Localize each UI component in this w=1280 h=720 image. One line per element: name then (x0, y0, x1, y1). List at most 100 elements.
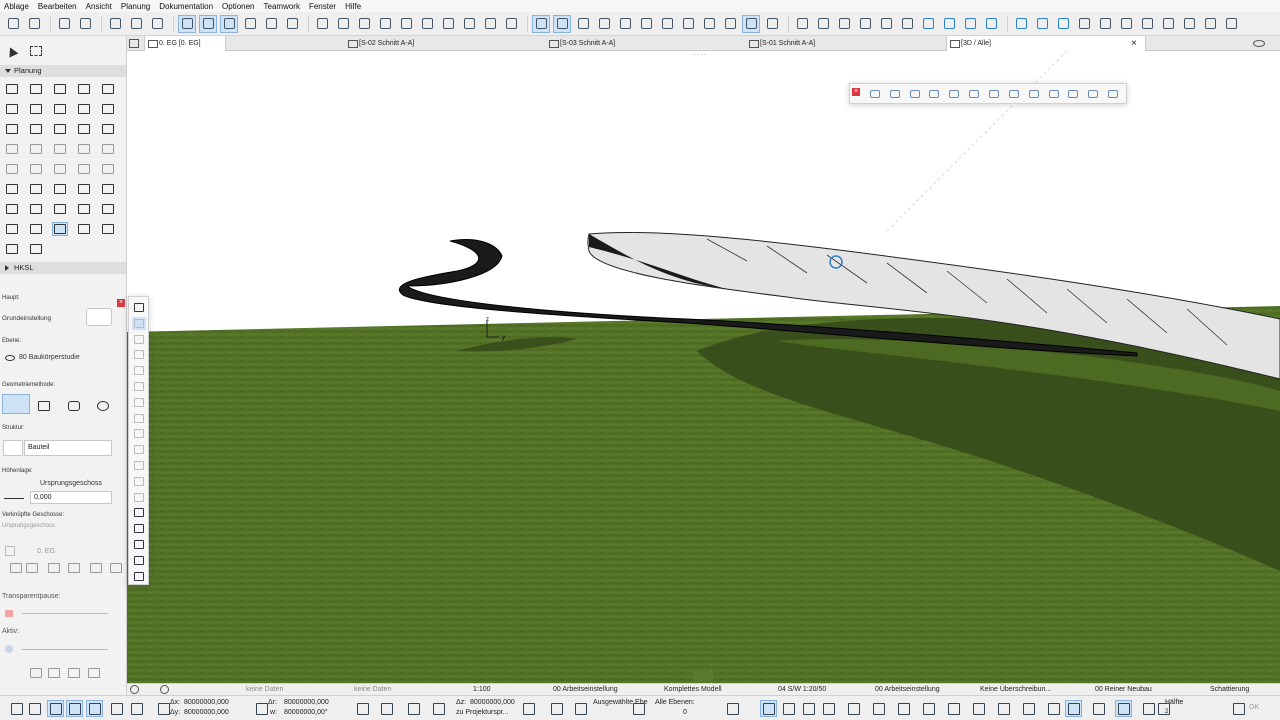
marquee-tool-icon[interactable] (28, 44, 44, 58)
tab-eg[interactable]: 0. EG [0. EG] (144, 36, 226, 51)
menu-item-5[interactable]: Optionen (222, 2, 254, 11)
palette-tool-11-icon[interactable] (1086, 88, 1100, 100)
rectangle-method-icon[interactable] (36, 399, 52, 413)
bottom-tool-16-icon[interactable] (630, 700, 647, 717)
close-vertical-palette-icon[interactable]: × (117, 299, 125, 307)
planung-tool-8-0-icon[interactable] (4, 242, 20, 256)
edit-tool-8-icon[interactable] (132, 427, 146, 440)
toolbar-tool-20-icon[interactable] (460, 15, 478, 33)
bottom-tool-20-icon[interactable] (800, 700, 817, 717)
menu-item-7[interactable]: Fenster (309, 2, 336, 11)
geschoss-action-6-icon[interactable] (28, 666, 44, 680)
aktiv-slider[interactable] (22, 649, 108, 650)
toolbar-tool-40-icon[interactable] (898, 15, 916, 33)
edit-tool-10-icon[interactable] (132, 459, 146, 472)
toolbar-tool-18-icon[interactable] (418, 15, 436, 33)
palette-tool-2-icon[interactable] (908, 88, 922, 100)
edit-tool-5-icon[interactable] (132, 380, 146, 393)
planung-tool-1-1-icon[interactable] (28, 102, 44, 116)
menu-item-8[interactable]: Hilfe (345, 2, 361, 11)
toolbar-tool-48-icon[interactable] (1075, 15, 1093, 33)
planung-tool-5-3-icon[interactable] (76, 182, 92, 196)
dy-value[interactable]: 80000000,000 (184, 709, 229, 716)
toolbar-tool-12-icon[interactable] (283, 15, 301, 33)
planung-tool-1-2-icon[interactable] (52, 102, 68, 116)
geschoss-action-0-icon[interactable] (8, 561, 24, 575)
toolbar-tool-11-icon[interactable] (262, 15, 280, 33)
bottom-tool-4-icon[interactable] (86, 700, 103, 717)
toolbar-tool-14-icon[interactable] (334, 15, 352, 33)
bottom-tool-35-icon[interactable] (1155, 700, 1172, 717)
toolbar-tool-35-icon[interactable] (793, 15, 811, 33)
toolbar-tool-46-icon[interactable] (1033, 15, 1051, 33)
toolbar-tool-10-icon[interactable] (241, 15, 259, 33)
toolbar-tool-23-icon[interactable] (532, 14, 550, 33)
section-hksl[interactable]: HKSL (0, 262, 126, 274)
w-value[interactable]: 80000000,00° (284, 709, 328, 716)
bottom-tool-27-icon[interactable] (970, 700, 987, 717)
palette-tool-5-icon[interactable] (967, 88, 981, 100)
menu-item-2[interactable]: Ansicht (86, 2, 112, 11)
planung-tool-2-4-icon[interactable] (100, 122, 116, 136)
edit-tool-3-icon[interactable] (132, 348, 146, 361)
bottom-tool-14-icon[interactable] (548, 700, 565, 717)
resize-handle[interactable] (693, 671, 713, 681)
bottom-tool-0-icon[interactable] (8, 700, 25, 717)
grid-view-icon[interactable] (129, 39, 139, 48)
toolbar-tool-6-icon[interactable] (148, 15, 166, 33)
toolbar-tool-24-icon[interactable] (553, 14, 571, 33)
planung-tool-6-0-icon[interactable] (4, 202, 20, 216)
bottom-tool-26-icon[interactable] (945, 700, 962, 717)
bottom-tool-32-icon[interactable] (1090, 700, 1107, 717)
menu-item-6[interactable]: Teamwork (264, 2, 300, 11)
palette-tool-1-icon[interactable] (888, 88, 902, 100)
transparent-color-swatch[interactable] (5, 610, 13, 617)
tab-3d[interactable]: [3D / Alle] (946, 36, 1146, 51)
edit-tool-15-icon[interactable] (132, 538, 146, 551)
toolbar-tool-1-icon[interactable] (25, 15, 43, 33)
toolbar-tool-16-icon[interactable] (376, 15, 394, 33)
planung-tool-2-1-icon[interactable] (28, 122, 44, 136)
bottom-tool-13-icon[interactable] (520, 700, 537, 717)
toolbar-tool-9-icon[interactable] (220, 14, 238, 33)
geschoss-action-2-icon[interactable] (46, 561, 62, 575)
tab-schnitt-s03[interactable]: [S-03 Schnitt A-A] (546, 36, 686, 51)
straight-method-button[interactable] (2, 394, 30, 414)
bottom-tool-21-icon[interactable] (820, 700, 837, 717)
toolbar-tool-31-icon[interactable] (700, 15, 718, 33)
toolbar-tool-19-icon[interactable] (439, 15, 457, 33)
toolbar-tool-36-icon[interactable] (814, 15, 832, 33)
toolbar-tool-4-icon[interactable] (106, 15, 124, 33)
bottom-tool-10-icon[interactable] (378, 700, 395, 717)
geschoss-checkbox[interactable] (5, 546, 15, 556)
edit-tool-11-icon[interactable] (132, 475, 146, 488)
bottom-tool-1-icon[interactable] (26, 700, 43, 717)
planung-tool-7-0-icon[interactable] (4, 222, 20, 236)
planung-tool-2-3-icon[interactable] (76, 122, 92, 136)
palette-tool-6-icon[interactable] (987, 88, 1001, 100)
bottom-tool-22-icon[interactable] (845, 700, 862, 717)
hoehenlage-ref[interactable]: Ursprungsgeschoss (40, 480, 102, 487)
3d-viewport[interactable]: z y - - - - (127, 51, 1280, 683)
planung-tool-4-3-icon[interactable] (76, 162, 92, 176)
toolbar-tool-47-icon[interactable] (1054, 15, 1072, 33)
bottom-tool-29-icon[interactable] (1020, 700, 1037, 717)
geschoss-action-1-icon[interactable] (24, 561, 40, 575)
edit-tool-7-icon[interactable] (132, 412, 146, 425)
planung-tool-3-0-icon[interactable] (4, 142, 20, 156)
planung-tool-0-1-icon[interactable] (28, 82, 44, 96)
palette-tool-9-icon[interactable] (1047, 88, 1061, 100)
planung-tool-4-2-icon[interactable] (52, 162, 68, 176)
bottom-tool-3-icon[interactable] (66, 700, 83, 717)
planung-tool-2-0-icon[interactable] (4, 122, 20, 136)
palette-tool-4-icon[interactable] (947, 88, 961, 100)
rotated-method-icon[interactable] (95, 399, 111, 413)
palette-tool-10-icon[interactable] (1066, 88, 1080, 100)
alle-ebenen-label[interactable]: Alle Ebenen: (655, 699, 695, 706)
bottom-tool-18-icon[interactable] (760, 700, 777, 717)
edit-tool-17-icon[interactable] (132, 570, 146, 583)
edit-tool-0-icon[interactable] (132, 301, 146, 314)
toolbar-tool-27-icon[interactable] (616, 15, 634, 33)
section-planung[interactable]: Planung (0, 65, 126, 77)
favorite-selector[interactable] (86, 308, 112, 326)
